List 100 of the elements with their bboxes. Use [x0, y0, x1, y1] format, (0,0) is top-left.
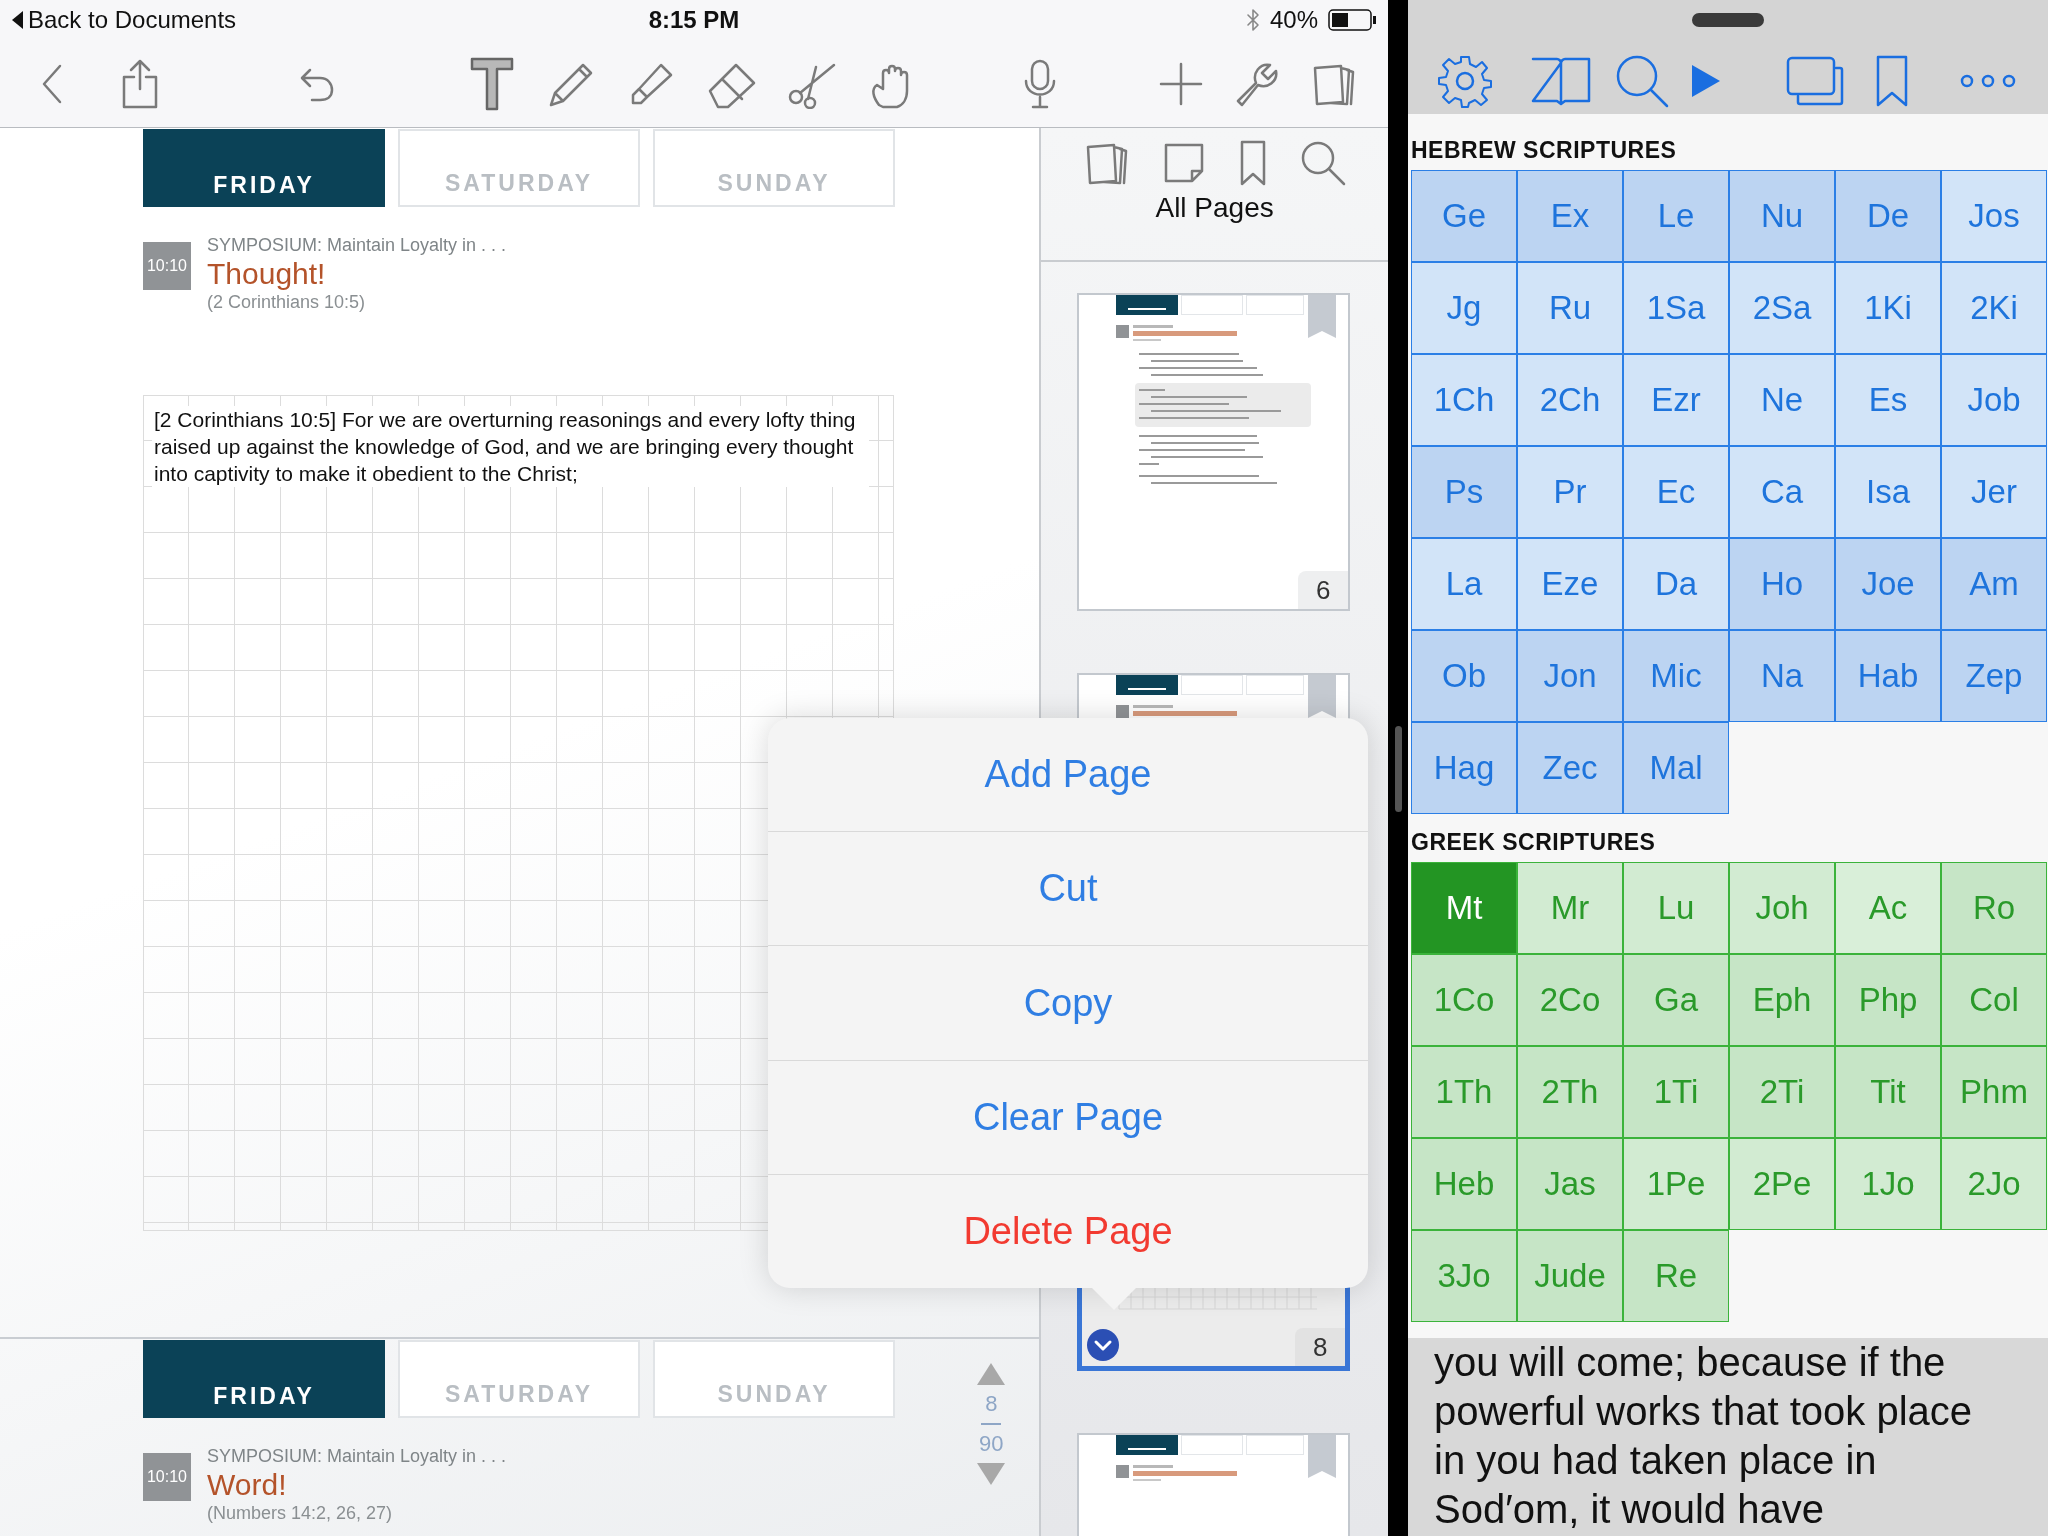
- wrench-icon[interactable]: [1234, 60, 1280, 107]
- book-button[interactable]: Ec: [1623, 446, 1729, 538]
- book-button[interactable]: Ru: [1517, 262, 1623, 354]
- book-button[interactable]: 2Pe: [1729, 1138, 1835, 1230]
- book-button[interactable]: Am: [1941, 538, 2047, 630]
- book-button[interactable]: Ex: [1517, 170, 1623, 262]
- book-button[interactable]: Joh: [1729, 862, 1835, 954]
- bookmark-icon[interactable]: [1876, 55, 1908, 107]
- book-button[interactable]: Lu: [1623, 862, 1729, 954]
- menu-item[interactable]: Add Page: [768, 718, 1368, 833]
- bookmark-icon[interactable]: [1239, 140, 1266, 186]
- day-tab[interactable]: SUNDAY: [653, 129, 895, 207]
- book-button[interactable]: Da: [1623, 538, 1729, 630]
- book-button[interactable]: 1Th: [1411, 1046, 1517, 1138]
- book-button[interactable]: 1Ch: [1411, 354, 1517, 446]
- book-button[interactable]: 2Ki: [1941, 262, 2047, 354]
- book-button[interactable]: La: [1411, 538, 1517, 630]
- book-button[interactable]: Heb: [1411, 1138, 1517, 1230]
- book-button[interactable]: Zec: [1517, 722, 1623, 814]
- book-button[interactable]: 1Sa: [1623, 262, 1729, 354]
- book-button[interactable]: 2Ti: [1729, 1046, 1835, 1138]
- search-icon[interactable]: [1615, 54, 1669, 108]
- book-button[interactable]: Isa: [1835, 446, 1941, 538]
- book-button[interactable]: Ob: [1411, 630, 1517, 722]
- settings-icon[interactable]: [1438, 54, 1492, 108]
- text-tool-icon[interactable]: [470, 56, 514, 111]
- share-icon[interactable]: [120, 58, 160, 109]
- book-button[interactable]: Le: [1623, 170, 1729, 262]
- book-button[interactable]: Eph: [1729, 954, 1835, 1046]
- book-button[interactable]: Na: [1729, 630, 1835, 722]
- book-button[interactable]: 2Sa: [1729, 262, 1835, 354]
- book-button[interactable]: Jos: [1941, 170, 2047, 262]
- book-button[interactable]: Mr: [1517, 862, 1623, 954]
- book-button[interactable]: 1Pe: [1623, 1138, 1729, 1230]
- book-button[interactable]: Ac: [1835, 862, 1941, 954]
- microphone-icon[interactable]: [1023, 58, 1057, 109]
- windows-icon[interactable]: [1786, 56, 1844, 106]
- open-book-icon[interactable]: [1531, 56, 1591, 106]
- book-button[interactable]: Ne: [1729, 354, 1835, 446]
- book-button[interactable]: Php: [1835, 954, 1941, 1046]
- book-button[interactable]: 1Co: [1411, 954, 1517, 1046]
- book-button[interactable]: Ps: [1411, 446, 1517, 538]
- book-button[interactable]: Col: [1941, 954, 2047, 1046]
- book-button[interactable]: Nu: [1729, 170, 1835, 262]
- book-button[interactable]: 3Jo: [1411, 1230, 1517, 1322]
- day-tab[interactable]: FRIDAY: [143, 1340, 385, 1418]
- page-up-button[interactable]: [977, 1363, 1006, 1385]
- book-button[interactable]: Mt: [1411, 862, 1517, 954]
- split-handle[interactable]: [1394, 726, 1402, 812]
- book-button[interactable]: Ga: [1623, 954, 1729, 1046]
- back-chevron-icon[interactable]: [40, 63, 64, 104]
- page-down-button[interactable]: [977, 1463, 1006, 1485]
- book-button[interactable]: 1Ki: [1835, 262, 1941, 354]
- book-button[interactable]: 2Jo: [1941, 1138, 2047, 1230]
- book-button[interactable]: 2Th: [1517, 1046, 1623, 1138]
- book-button[interactable]: Mic: [1623, 630, 1729, 722]
- book-button[interactable]: Jg: [1411, 262, 1517, 354]
- search-icon[interactable]: [1299, 140, 1346, 186]
- page-thumbnail[interactable]: 6: [1077, 293, 1351, 611]
- book-button[interactable]: Jer: [1941, 446, 2047, 538]
- day-tab[interactable]: FRIDAY: [143, 129, 385, 207]
- play-icon[interactable]: [1690, 63, 1722, 99]
- book-button[interactable]: Hab: [1835, 630, 1941, 722]
- back-caret-icon[interactable]: [12, 11, 24, 29]
- book-button[interactable]: Jude: [1517, 1230, 1623, 1322]
- book-button[interactable]: Job: [1941, 354, 2047, 446]
- book-button[interactable]: Jon: [1517, 630, 1623, 722]
- menu-item[interactable]: Cut: [768, 832, 1368, 947]
- book-button[interactable]: 2Ch: [1517, 354, 1623, 446]
- book-button[interactable]: Ho: [1729, 538, 1835, 630]
- book-button[interactable]: Ge: [1411, 170, 1517, 262]
- book-button[interactable]: Es: [1835, 354, 1941, 446]
- book-button[interactable]: Zep: [1941, 630, 2047, 722]
- book-button[interactable]: Mal: [1623, 722, 1729, 814]
- book-button[interactable]: Ro: [1941, 862, 2047, 954]
- plus-icon[interactable]: [1159, 61, 1203, 106]
- book-button[interactable]: Joe: [1835, 538, 1941, 630]
- menu-item[interactable]: Clear Page: [768, 1060, 1368, 1175]
- book-button[interactable]: De: [1835, 170, 1941, 262]
- book-button[interactable]: Ezr: [1623, 354, 1729, 446]
- back-link[interactable]: Back to Documents: [28, 6, 237, 34]
- book-button[interactable]: Jas: [1517, 1138, 1623, 1230]
- book-button[interactable]: Ca: [1729, 446, 1835, 538]
- note-text: [2 Corinthians 10:5] For we are overturning reasonings and every lofty thing raised up against the knowledge of God, and we are bringing every thought into captivity to make it obedient to the Christ;: [152, 406, 869, 487]
- book-button[interactable]: Hag: [1411, 722, 1517, 814]
- book-button[interactable]: Re: [1623, 1230, 1729, 1322]
- book-button[interactable]: 1Jo: [1835, 1138, 1941, 1230]
- book-button[interactable]: Phm: [1941, 1046, 2047, 1138]
- drag-grabber[interactable]: [1692, 13, 1764, 27]
- menu-item[interactable]: Copy: [768, 946, 1368, 1061]
- more-icon[interactable]: [1959, 73, 2017, 89]
- book-button[interactable]: Tit: [1835, 1046, 1941, 1138]
- book-button[interactable]: Eze: [1517, 538, 1623, 630]
- book-button[interactable]: 2Co: [1517, 954, 1623, 1046]
- grid-note-area[interactable]: [2 Corinthians 10:5] For we are overturning reasonings and every lofty thing raised up against the knowledge of God, and we are bringing every thought into captivity to make it obedient to the Christ;: [143, 395, 894, 1231]
- book-button[interactable]: Pr: [1517, 446, 1623, 538]
- book-button[interactable]: 1Ti: [1623, 1046, 1729, 1138]
- day-tab[interactable]: SATURDAY: [398, 1340, 640, 1418]
- day-tab[interactable]: SUNDAY: [653, 1340, 895, 1418]
- day-tab[interactable]: SATURDAY: [398, 129, 640, 207]
